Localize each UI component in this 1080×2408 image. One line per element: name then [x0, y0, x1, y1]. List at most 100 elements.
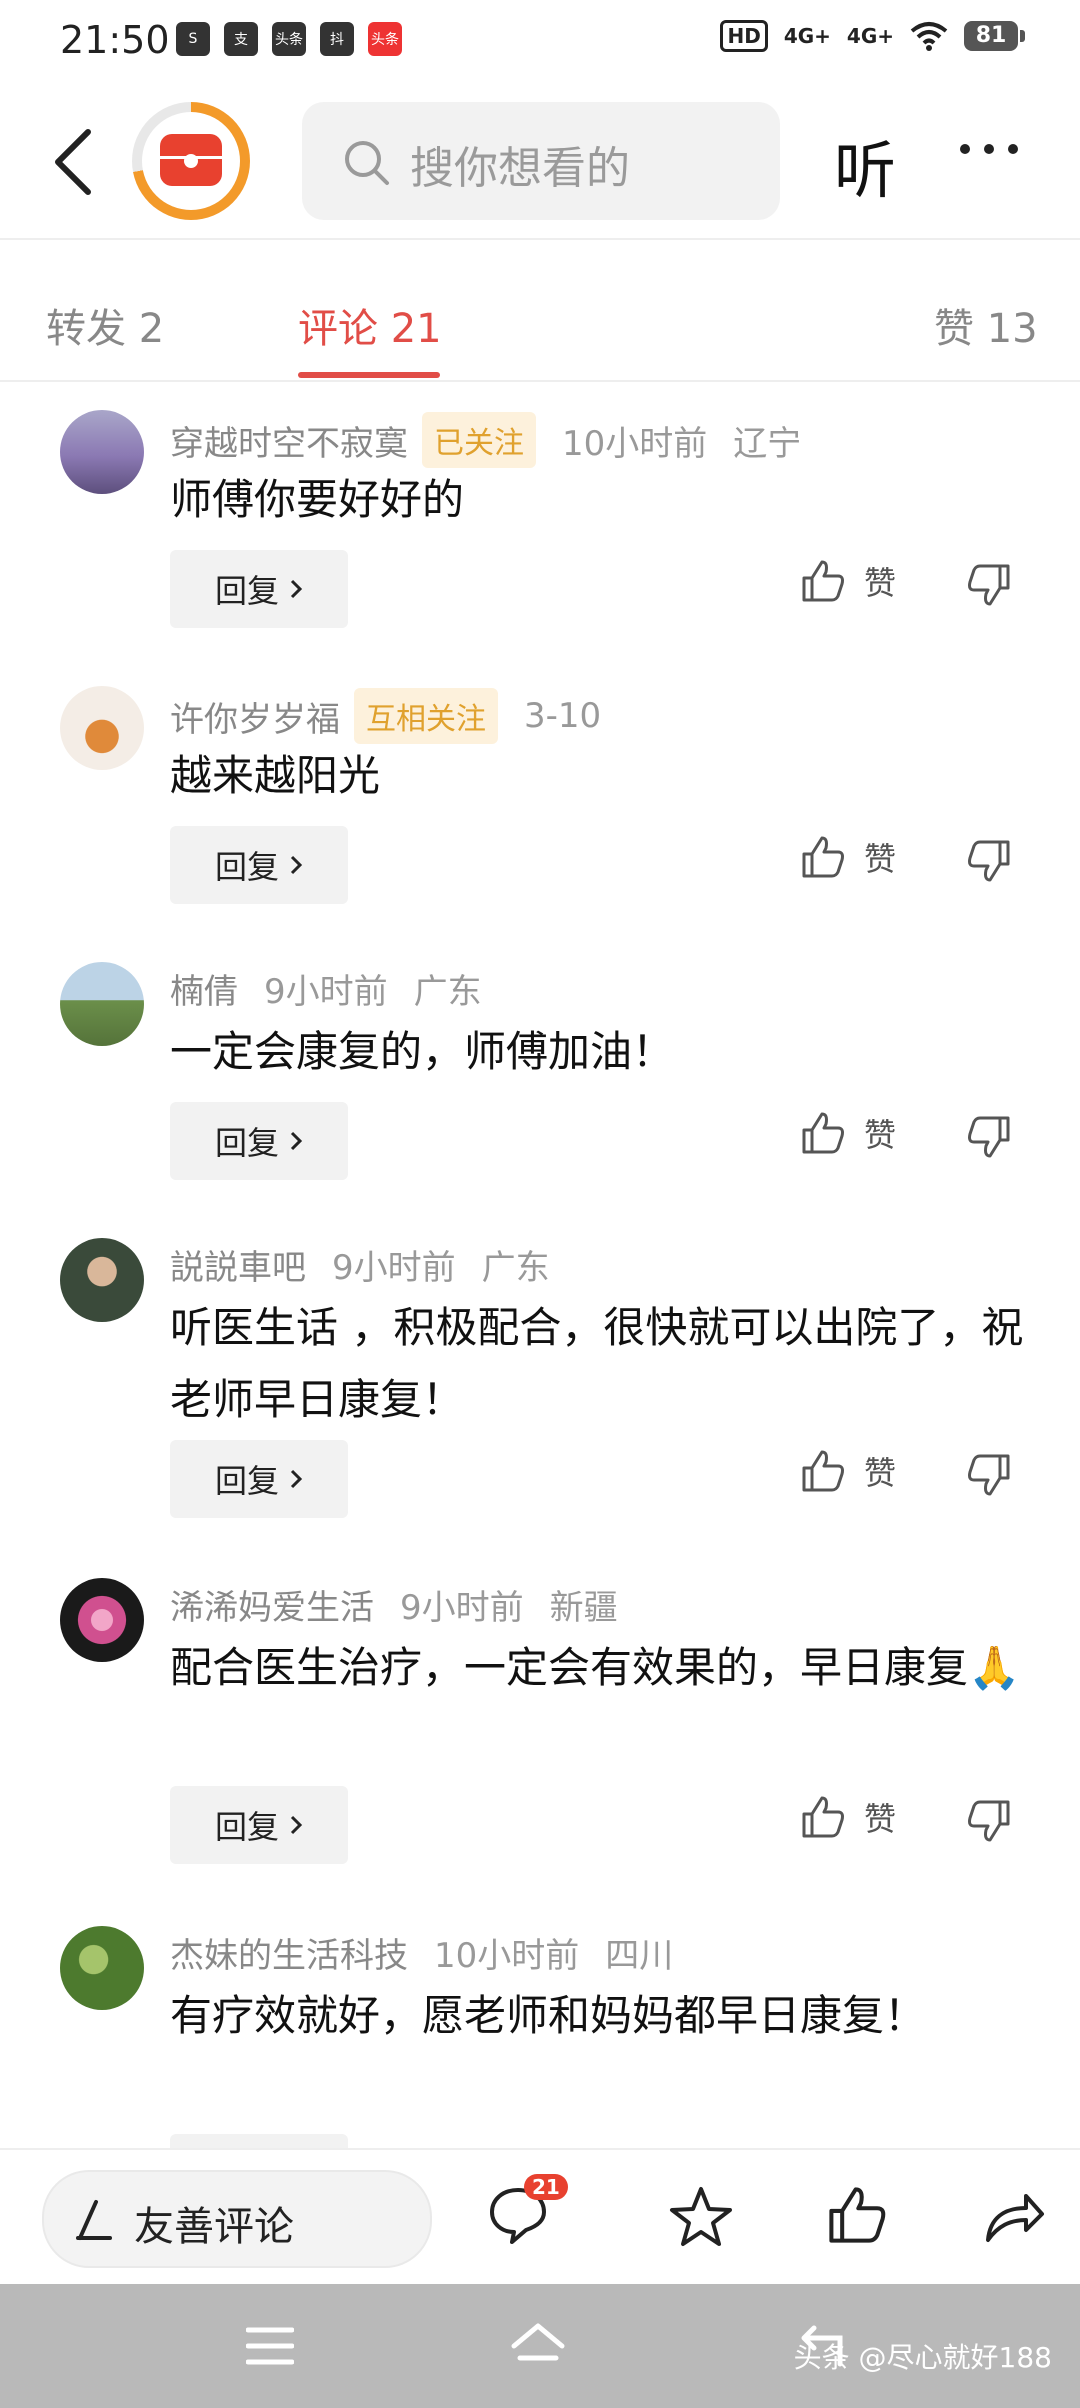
- comment-text: 听医生话 ，积极配合，很快就可以出院了，祝老师早日康复！: [170, 1303, 1024, 1424]
- avatar[interactable]: [60, 410, 144, 494]
- comment-input-placeholder: 友善评论: [134, 2204, 294, 2250]
- chevron-right-icon: [290, 1131, 303, 1151]
- like-label: 赞: [864, 1800, 897, 1838]
- signal-icon-2: 4G+: [846, 24, 894, 48]
- comment-text: 一定会康复的，师傅加油！: [170, 1027, 675, 1076]
- thumbs-up-icon: [802, 560, 844, 602]
- follow-badge: 已关注: [422, 412, 536, 468]
- bottom-action-bar: 友善评论 21: [0, 2148, 1080, 2286]
- comment-location: 广东: [413, 972, 482, 1012]
- home-icon[interactable]: [508, 2322, 568, 2370]
- top-header: 搜你想看的 听: [0, 90, 1080, 234]
- status-app-icons: S 支 头条 抖 头条: [176, 22, 402, 56]
- reply-button[interactable]: 回复: [170, 2134, 348, 2148]
- chevron-right-icon: [290, 1815, 303, 1835]
- comment-location: 四川: [605, 1936, 674, 1976]
- chevron-right-icon: [290, 1469, 303, 1489]
- reply-button[interactable]: 回复: [170, 1102, 348, 1180]
- status-indicators: HD 4G+ 4G+ 81: [720, 20, 1025, 52]
- like-label: 赞: [864, 840, 897, 878]
- reply-label: 回复: [214, 1124, 279, 1162]
- follow-badge: 互相关注: [354, 688, 498, 744]
- app-notification-icon: S: [176, 22, 210, 56]
- menu-icon[interactable]: [246, 2326, 294, 2366]
- thumbs-up-icon[interactable]: [826, 2184, 888, 2246]
- comment-time: 9小时前: [264, 972, 388, 1012]
- avatar[interactable]: [60, 686, 144, 770]
- comment-meta: 穿越时空不寂寞 已关注 10小时前 辽宁: [170, 412, 801, 468]
- reply-label: 回复: [214, 848, 279, 886]
- thumbs-down-icon[interactable]: [966, 1114, 1012, 1160]
- thumbs-up-icon: [802, 1450, 844, 1492]
- share-icon[interactable]: [982, 2184, 1046, 2248]
- commenter-name[interactable]: 浠浠妈爱生活: [170, 1580, 374, 1629]
- comment-meta: 杰妹的生活科技 10小时前 四川: [170, 1928, 673, 1977]
- comment-input[interactable]: 友善评论: [42, 2170, 432, 2268]
- more-options-icon[interactable]: [960, 144, 1018, 154]
- status-bar: 21:50 S 支 头条 抖 头条 HD 4G+ 4G+ 81: [0, 0, 1080, 84]
- thumbs-up-icon: [802, 1796, 844, 1838]
- like-button[interactable]: 赞: [800, 1448, 896, 1494]
- listen-button[interactable]: 听: [834, 120, 896, 210]
- reply-button[interactable]: 回复: [170, 826, 348, 904]
- thumbs-down-icon[interactable]: [966, 562, 1012, 608]
- thumbs-down-icon[interactable]: [966, 838, 1012, 884]
- avatar[interactable]: [60, 1578, 144, 1662]
- status-time: 21:50: [60, 18, 170, 62]
- commenter-name[interactable]: 楠倩: [170, 964, 238, 1013]
- like-button[interactable]: 赞: [800, 1794, 896, 1840]
- avatar[interactable]: [60, 962, 144, 1046]
- tab-likes[interactable]: 赞 13: [934, 296, 1038, 354]
- thumbs-down-icon[interactable]: [966, 1798, 1012, 1844]
- search-bar[interactable]: 搜你想看的: [302, 102, 780, 220]
- like-button[interactable]: 赞: [800, 834, 896, 880]
- douyin-notification-icon: 抖: [320, 22, 354, 56]
- commenter-name[interactable]: 许你岁岁福: [170, 692, 340, 741]
- like-label: 赞: [864, 564, 897, 602]
- avatar[interactable]: [60, 1238, 144, 1322]
- search-placeholder: 搜你想看的: [410, 143, 630, 194]
- comment-text: 越来越阳光: [170, 751, 381, 800]
- chevron-right-icon: [290, 855, 303, 875]
- tab-reposts[interactable]: 转发 2: [46, 296, 164, 354]
- comment-meta: 説説車吧 9小时前 广东: [170, 1240, 550, 1289]
- toutiao-notification-icon: 头条: [272, 22, 306, 56]
- avatar[interactable]: [60, 1926, 144, 2010]
- comment-location: 新疆: [549, 1588, 618, 1628]
- commenter-name[interactable]: 穿越时空不寂寞: [170, 416, 408, 465]
- reply-button[interactable]: 回复: [170, 1786, 348, 1864]
- comment-location: 广东: [481, 1248, 550, 1288]
- system-navigation-bar: 头条 @尽心就好188: [0, 2284, 1080, 2408]
- comment-count-badge: 21: [524, 2174, 568, 2200]
- thumbs-up-icon: [802, 836, 844, 878]
- reply-button[interactable]: 回复: [170, 550, 348, 628]
- battery-icon: 81: [964, 21, 1025, 51]
- comment-time: 9小时前: [332, 1248, 456, 1288]
- star-icon[interactable]: [668, 2184, 734, 2250]
- watermark: 头条 @尽心就好188: [793, 2341, 1052, 2374]
- reply-button[interactable]: 回复: [170, 1440, 348, 1518]
- comment-location: 辽宁: [733, 423, 802, 464]
- like-button[interactable]: 赞: [800, 558, 896, 604]
- search-icon: [345, 141, 389, 185]
- like-label: 赞: [864, 1454, 897, 1492]
- comment-text: 配合医生治疗，一定会有效果的，早日康复🙏: [170, 1643, 1021, 1692]
- signal-icon-1: 4G+: [783, 24, 831, 48]
- alipay-notification-icon: 支: [224, 22, 258, 56]
- tab-comments[interactable]: 评论 21: [298, 296, 442, 354]
- pen-icon: [76, 2200, 112, 2240]
- commenter-name[interactable]: 説説車吧: [170, 1240, 306, 1289]
- comment-time: 9小时前: [400, 1588, 524, 1628]
- comment-text: 有疗效就好，愿老师和妈妈都早日康复！: [170, 1991, 927, 2040]
- back-arrow-icon[interactable]: [48, 126, 98, 198]
- like-button[interactable]: 赞: [800, 1110, 896, 1156]
- red-packet-icon: [160, 134, 222, 186]
- comment-meta: 许你岁岁福 互相关注 3-10: [170, 688, 601, 744]
- comment-meta: 浠浠妈爱生活 9小时前 新疆: [170, 1580, 618, 1629]
- reply-label: 回复: [214, 1808, 279, 1846]
- thumbs-down-icon[interactable]: [966, 1452, 1012, 1498]
- active-tab-indicator: [298, 372, 440, 378]
- author-avatar[interactable]: [132, 102, 250, 220]
- commenter-name[interactable]: 杰妹的生活科技: [170, 1928, 408, 1977]
- comment-time: 3-10: [524, 696, 602, 736]
